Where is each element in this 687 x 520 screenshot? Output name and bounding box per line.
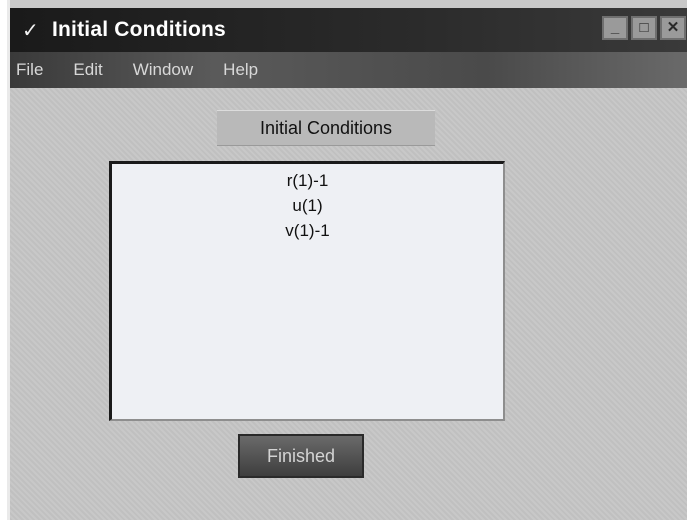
check-icon: ✓	[22, 19, 39, 42]
title-bar[interactable]: ✓ Initial Conditions _ □ ✕	[10, 8, 687, 52]
menu-help[interactable]: Help	[223, 60, 258, 80]
menu-bar: File Edit Window Help	[10, 52, 687, 88]
conditions-listbox[interactable]: r(1)-1 u(1) v(1)-1	[109, 161, 505, 421]
list-item[interactable]: r(1)-1	[112, 168, 503, 193]
minimize-icon[interactable]: _	[602, 16, 628, 40]
finished-button[interactable]: Finished	[238, 434, 364, 478]
close-icon[interactable]: ✕	[660, 16, 686, 40]
initial-conditions-label: Initial Conditions	[217, 110, 435, 146]
menu-edit[interactable]: Edit	[73, 60, 102, 80]
menu-window[interactable]: Window	[133, 60, 193, 80]
window-controls: _ □ ✕	[602, 16, 686, 40]
menu-file[interactable]: File	[16, 60, 43, 80]
window-title: Initial Conditions	[52, 18, 226, 41]
list-item[interactable]: u(1)	[112, 193, 503, 218]
list-item[interactable]: v(1)-1	[112, 218, 503, 243]
app-window: ✓ Initial Conditions _ □ ✕ File Edit Win…	[7, 0, 687, 520]
client-area: Initial Conditions r(1)-1 u(1) v(1)-1 Fi…	[10, 88, 687, 520]
maximize-icon[interactable]: □	[631, 16, 657, 40]
